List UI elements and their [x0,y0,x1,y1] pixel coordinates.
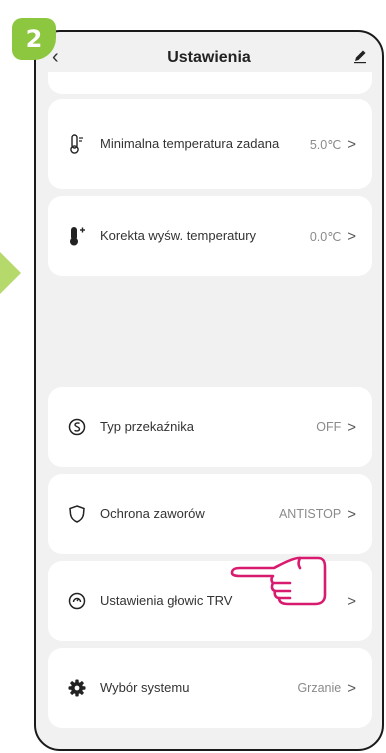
setting-row-valve-protection[interactable]: Ochrona zaworów ANTISTOP > [48,474,372,554]
setting-label: Ochrona zaworów [100,506,205,521]
setting-row-system-selection[interactable]: Wybór systemu Grzanie > [48,648,372,728]
chevron-right-icon: > [347,227,356,245]
setting-value: ANTISTOP [278,507,342,521]
page-title: Ustawienia [167,49,251,66]
phone-screen: ‹ Ustawienia Minimalna temperatura zadan… [34,30,384,751]
gear-icon [66,677,88,699]
chevron-right-icon: > [347,418,356,436]
side-arrow-icon [0,252,21,294]
chevron-right-icon: > [347,592,356,610]
setting-label: Wybór systemu [100,680,190,695]
pencil-icon[interactable] [352,48,368,64]
thermometer-correction-icon [66,225,88,247]
setting-value: 5.0℃ [309,137,342,152]
relay-icon [66,416,88,438]
setting-value: Grzanie [297,681,342,695]
setting-row-temperature-correction[interactable]: Korekta wyśw. temperatury 0.0℃ > [48,196,372,276]
setting-label: Typ przekaźnika [100,419,194,434]
setting-value: 0.0℃ [309,229,342,244]
trv-head-icon [66,590,88,612]
setting-value: OFF [316,420,342,434]
chevron-right-icon: > [347,679,356,697]
step-number-badge: 2 [12,18,56,60]
chevron-right-icon: > [347,135,356,153]
shield-icon [66,503,88,525]
setting-row-min-temperature[interactable]: Minimalna temperatura zadana 5.0℃ > [48,99,372,189]
chevron-right-icon: > [347,505,356,523]
setting-label: Minimalna temperatura zadana [100,136,280,151]
previous-card-partial [48,72,372,94]
setting-row-relay-type[interactable]: Typ przekaźnika OFF > [48,387,372,467]
chevron-left-icon[interactable]: ‹ [52,46,59,69]
pointing-hand-icon [230,556,327,606]
min-thermometer-icon [66,133,88,155]
setting-label: Korekta wyśw. temperatury [100,228,257,243]
